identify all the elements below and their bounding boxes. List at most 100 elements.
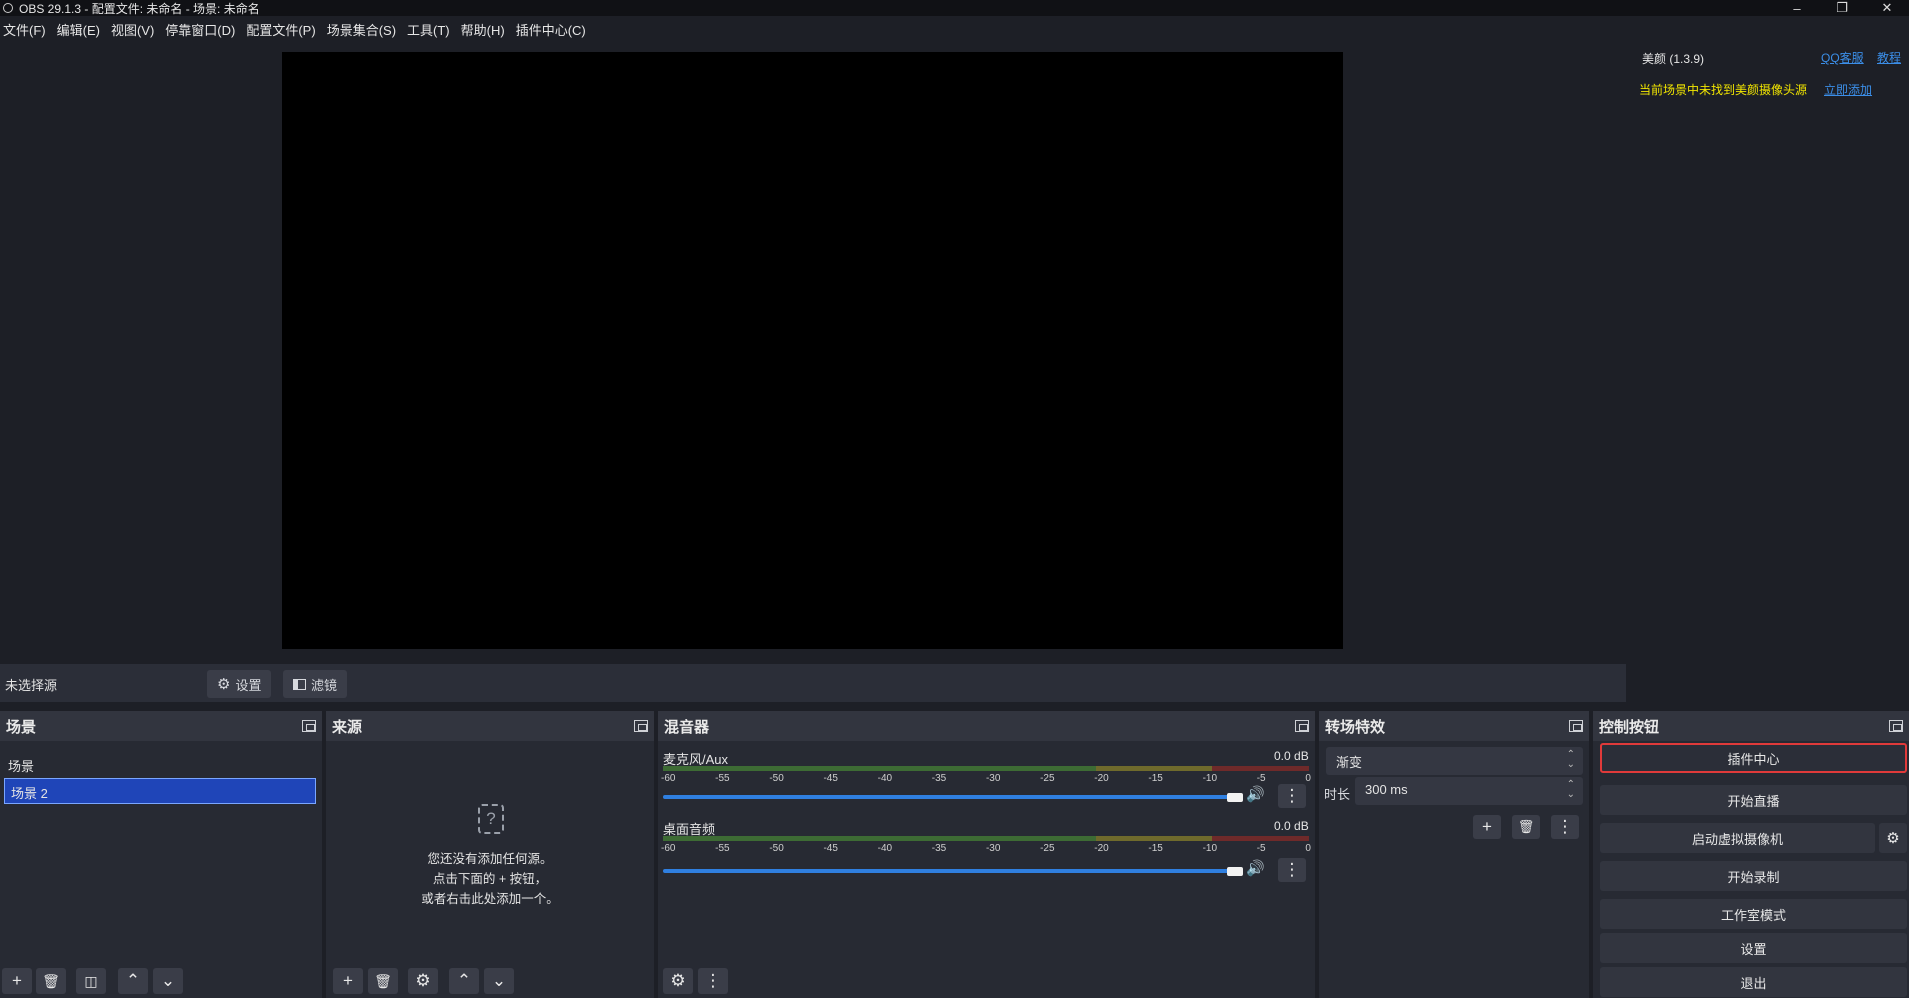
move-source-up-button[interactable]: ⌃ <box>449 968 479 994</box>
menu-profile[interactable]: 配置文件(P) <box>243 20 323 39</box>
spin-icon: ⌃ ⌄ <box>1566 779 1575 800</box>
settings-button[interactable]: 设置 <box>1600 933 1907 963</box>
source-properties-button[interactable]: ⚙ <box>408 968 438 994</box>
transitions-dock-title: 转场特效 <box>1325 718 1386 736</box>
meter-tick-label: -50 <box>769 843 784 854</box>
scene-item[interactable]: 场景 <box>2 752 318 778</box>
scene-item-selected[interactable]: 场景 2 <box>4 778 316 804</box>
beauty-title: 美颜 (1.3.9) <box>1642 52 1705 66</box>
meter-tick-label: -60 <box>661 843 676 854</box>
remove-source-button[interactable]: 🗑 <box>368 968 398 994</box>
transition-menu-button[interactable]: ⋮ <box>1551 815 1579 839</box>
meter-tick-label: -20 <box>1094 773 1109 784</box>
scene-filters-button[interactable]: ◫ <box>76 968 106 994</box>
speaker-icon[interactable]: 🔊 <box>1246 785 1265 803</box>
sources-empty-message[interactable]: 您还没有添加任何源。 点击下面的 + 按钮， 或者右击此处添加一个。 <box>326 849 654 909</box>
sources-dock-header: 来源 <box>326 711 654 741</box>
add-now-link[interactable]: 立即添加 <box>1824 81 1872 98</box>
trash-icon: 🗑 <box>374 972 392 989</box>
add-source-button[interactable]: + <box>333 968 363 994</box>
meter-tick-label: -45 <box>823 773 838 784</box>
menu-docks[interactable]: 停靠窗口(D) <box>162 20 243 39</box>
preview-canvas[interactable] <box>282 52 1343 649</box>
undock-icon[interactable] <box>302 720 316 732</box>
start-streaming-button[interactable]: 开始直播 <box>1600 785 1907 815</box>
exit-button[interactable]: 退出 <box>1600 967 1907 997</box>
chevron-down-icon: ⌄ <box>160 971 176 990</box>
source-settings-label: 设置 <box>235 677 262 693</box>
meter-tick-label: -25 <box>1040 773 1055 784</box>
start-virtual-camera-button[interactable]: 启动虚拟摄像机 <box>1600 823 1875 853</box>
menu-view[interactable]: 视图(V) <box>108 20 162 39</box>
restore-button[interactable]: ❐ <box>1820 0 1864 16</box>
start-recording-button[interactable]: 开始录制 <box>1600 861 1907 891</box>
window-title: OBS 29.1.3 - 配置文件: 未命名 - 场景: 未命名 <box>19 1 260 16</box>
virtual-camera-settings-button[interactable]: ⚙ <box>1879 823 1907 853</box>
transition-type-select[interactable]: 渐变 ⌃ ⌄ <box>1326 747 1583 775</box>
transitions-dock-header: 转场特效 <box>1319 711 1589 741</box>
volume-slider[interactable] <box>663 795 1243 799</box>
undock-icon[interactable] <box>634 720 648 732</box>
studio-mode-button[interactable]: 工作室模式 <box>1600 899 1907 929</box>
move-source-down-button[interactable]: ⌄ <box>484 968 514 994</box>
controls-dock-header: 控制按钮 <box>1593 711 1909 741</box>
meter-tick-label: -25 <box>1040 843 1055 854</box>
tutorial-link[interactable]: 教程 <box>1877 49 1901 66</box>
gear-icon: ⚙ <box>1886 830 1900 847</box>
source-settings-button[interactable]: ⚙ 设置 <box>207 670 272 698</box>
source-filters-button[interactable]: 滤镜 <box>283 670 348 698</box>
add-scene-button[interactable]: + <box>2 968 32 994</box>
menu-edit[interactable]: 编辑(E) <box>54 20 108 39</box>
menu-bar: 文件(F) 编辑(E) 视图(V) 停靠窗口(D) 配置文件(P) 场景集合(S… <box>0 16 1909 43</box>
meter-tick-label: -55 <box>715 843 730 854</box>
menu-help[interactable]: 帮助(H) <box>458 20 513 39</box>
remove-scene-button[interactable]: 🗑 <box>36 968 66 994</box>
meter-tick-label: -30 <box>985 843 1001 854</box>
speaker-icon[interactable]: 🔊 <box>1246 859 1265 877</box>
meter-tick-label: -10 <box>1202 773 1218 784</box>
undock-icon[interactable] <box>1295 720 1309 732</box>
trash-icon: 🗑 <box>42 972 60 989</box>
undock-icon[interactable] <box>1569 720 1583 732</box>
qq-support-link[interactable]: QQ客服 <box>1821 49 1864 66</box>
channel-menu-button[interactable]: ⋮ <box>1278 784 1306 808</box>
chevron-up-icon: ⌃ <box>125 971 141 990</box>
channel-menu-button[interactable]: ⋮ <box>1278 858 1306 882</box>
transitions-dock: 转场特效 渐变 ⌃ ⌄ 时长 300 ms ⌃ ⌄ + 🗑 ⋮ <box>1319 711 1589 998</box>
meter-tick-label: -10 <box>1202 843 1218 854</box>
volume-slider-handle[interactable] <box>1227 793 1243 802</box>
plugin-center-button[interactable]: 插件中心 <box>1600 743 1907 773</box>
close-button[interactable]: ✕ <box>1865 0 1909 16</box>
remove-transition-button[interactable]: 🗑 <box>1512 815 1540 839</box>
mixer-channel-db: 0.0 dB <box>1274 819 1309 833</box>
volume-slider[interactable] <box>663 869 1243 873</box>
volume-meter <box>663 766 1309 771</box>
minimize-button[interactable]: – <box>1775 0 1819 16</box>
move-scene-up-button[interactable]: ⌃ <box>118 968 148 994</box>
sources-empty-line: 您还没有添加任何源。 <box>427 852 553 866</box>
menu-tools[interactable]: 工具(T) <box>404 20 458 39</box>
add-transition-button[interactable]: + <box>1473 815 1501 839</box>
duration-input[interactable]: 300 ms ⌃ ⌄ <box>1355 777 1583 805</box>
menu-scene-collection[interactable]: 场景集合(S) <box>324 20 404 39</box>
advanced-audio-button[interactable]: ⚙ <box>663 968 693 994</box>
mixer-channel-db: 0.0 dB <box>1274 749 1309 763</box>
scenes-dock-header: 场景 <box>0 711 322 741</box>
trash-icon: 🗑 <box>1517 819 1535 834</box>
menu-plugin-center[interactable]: 插件中心(C) <box>513 20 594 39</box>
menu-file[interactable]: 文件(F) <box>0 20 54 39</box>
mixer-menu-button[interactable]: ⋮ <box>698 968 728 994</box>
undock-icon[interactable] <box>1889 720 1903 732</box>
chevron-updown-icon: ⌃ ⌄ <box>1566 749 1575 770</box>
meter-tick-label: -5 <box>1256 773 1266 784</box>
scenes-dock-title: 场景 <box>6 718 37 736</box>
meter-tick-label: -30 <box>985 773 1001 784</box>
volume-slider-handle[interactable] <box>1227 867 1243 876</box>
meter-tick-label: 0 <box>1305 773 1311 784</box>
meter-tick-label: -50 <box>769 773 784 784</box>
more-vertical-icon: ⋮ <box>1556 817 1574 836</box>
move-scene-down-button[interactable]: ⌄ <box>153 968 183 994</box>
meter-ticks: -60 -55 -50 -45 -40 -35 -30 -25 -20 -15 -10 -5 0 <box>661 843 1311 854</box>
meter-tick-label: -55 <box>715 773 730 784</box>
meter-tick-label: -5 <box>1256 843 1266 854</box>
